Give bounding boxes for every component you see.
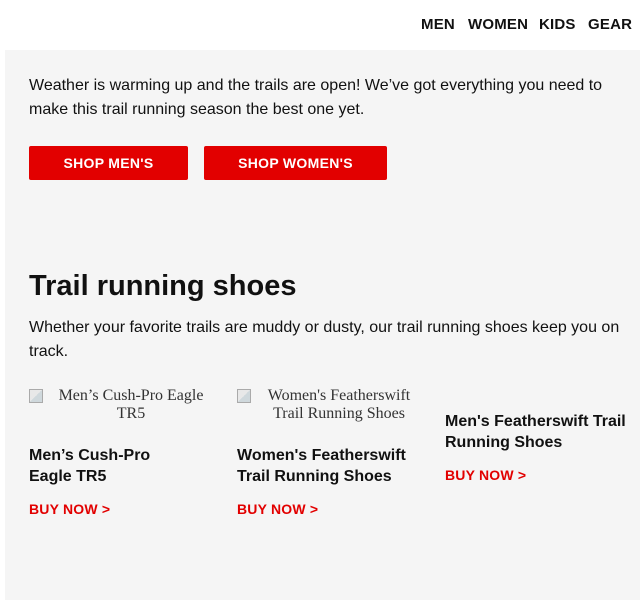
top-navigation: MEN WOMEN KIDS GEAR — [0, 0, 640, 50]
shop-mens-button[interactable]: SHOP MEN'S — [29, 146, 188, 180]
product-name: Men’s Cush-Pro Eagle TR5 — [29, 447, 151, 485]
email-content: Weather is warming up and the trails are… — [5, 50, 640, 600]
product-name: Men's Featherswift Trail Running Shoes — [445, 413, 626, 451]
nav-item-men[interactable]: MEN — [421, 16, 455, 33]
section-title: Trail running shoes — [29, 270, 297, 302]
buy-now-link[interactable]: BUY NOW > — [445, 467, 635, 483]
product-name: Women's Featherswift Trail Running Shoes — [237, 447, 406, 485]
buy-now-link[interactable]: BUY NOW > — [237, 501, 427, 517]
broken-image-icon — [29, 389, 43, 403]
product-card-womens-featherswift: Women's Featherswift Trail Running Shoes… — [237, 387, 427, 517]
shop-womens-button[interactable]: SHOP WOMEN'S — [204, 146, 387, 180]
nav-item-women[interactable]: WOMEN — [468, 16, 528, 33]
intro-text: Weather is warming up and the trails are… — [29, 77, 603, 118]
broken-image-icon — [237, 389, 251, 403]
product-card-mens-cush-pro: Men’s Cush-Pro Eagle TR5 Men’s Cush-Pro … — [29, 387, 219, 517]
image-alt-text: Women's Featherswift Trail Running Shoes — [267, 387, 411, 422]
product-card-mens-featherswift: Men's Featherswift Trail Running Shoes B… — [445, 411, 635, 483]
product-image[interactable]: Women's Featherswift Trail Running Shoes — [237, 387, 427, 435]
image-alt-text: Men’s Cush-Pro Eagle TR5 — [58, 387, 204, 422]
product-image[interactable]: Men’s Cush-Pro Eagle TR5 — [29, 387, 219, 435]
nav-item-gear[interactable]: GEAR — [588, 16, 632, 33]
section-description: Whether your favorite trails are muddy o… — [29, 319, 620, 360]
buy-now-link[interactable]: BUY NOW > — [29, 501, 219, 517]
nav-item-kids[interactable]: KIDS — [539, 16, 576, 33]
